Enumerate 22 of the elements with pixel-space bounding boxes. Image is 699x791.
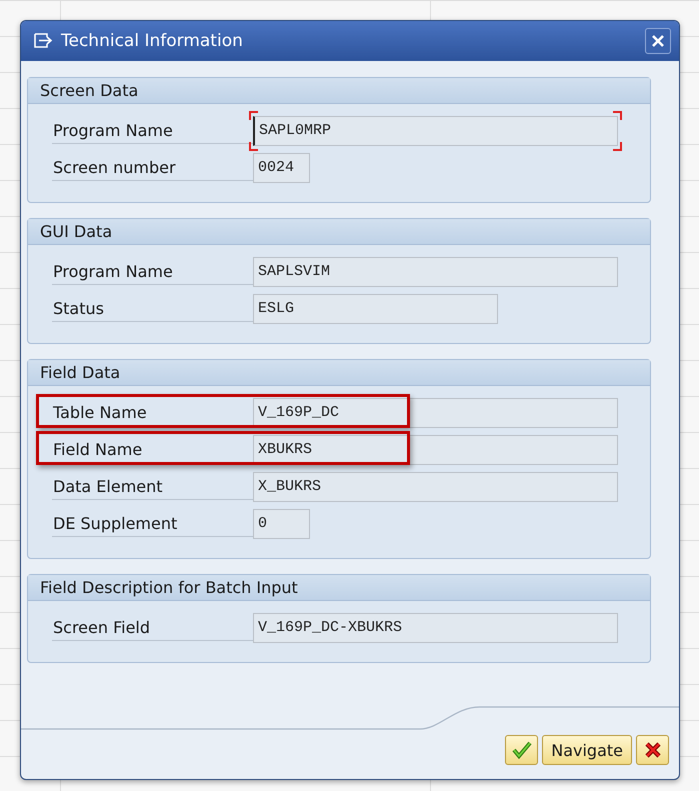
input-field[interactable]: XBUKRS — [253, 434, 618, 464]
close-icon — [651, 34, 665, 48]
cancel-button[interactable] — [636, 735, 669, 765]
cancel-icon — [644, 741, 662, 759]
checkmark-icon — [510, 740, 533, 760]
input-field[interactable]: 0 — [253, 508, 310, 538]
input-field[interactable]: X_BUKRS — [253, 472, 618, 502]
group-title: Field Data — [28, 360, 650, 386]
window-title: Technical Information — [61, 31, 244, 51]
group-title: Screen Data — [28, 78, 650, 104]
input-field[interactable]: ESLG — [253, 294, 498, 324]
document-arrow-icon — [33, 32, 53, 50]
input-field[interactable]: V_169P_DC — [253, 398, 618, 428]
group-title: Field Description for Batch Input — [28, 575, 650, 601]
input-field[interactable]: SAPLSVIM — [253, 256, 618, 286]
close-button[interactable] — [645, 28, 671, 54]
navigate-button[interactable]: Navigate — [542, 735, 632, 765]
confirm-button[interactable] — [505, 735, 538, 765]
input-field[interactable]: 0024 — [253, 152, 310, 182]
group-title: GUI Data — [28, 219, 650, 245]
input-field[interactable]: SAPL0MRP — [253, 116, 618, 146]
input-field[interactable]: V_169P_DC-XBUKRS — [253, 612, 618, 642]
